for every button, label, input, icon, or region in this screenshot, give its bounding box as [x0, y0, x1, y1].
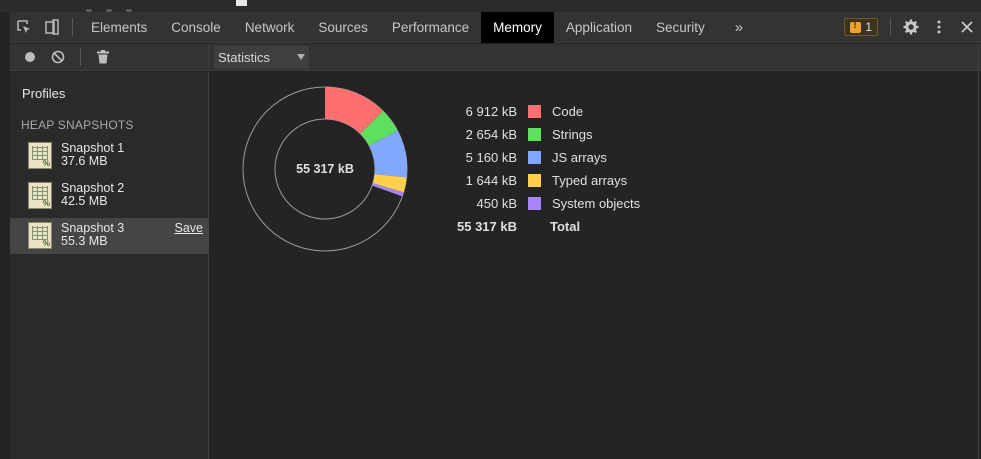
snapshot-item-selected[interactable]: Snapshot 3 55.3 MB Save: [10, 218, 209, 254]
legend-swatch: [528, 105, 541, 118]
window-controls: [86, 0, 176, 12]
legend-value: 6 912 kB: [465, 104, 517, 119]
close-icon[interactable]: [953, 12, 981, 43]
view-select[interactable]: Statistics: [214, 45, 309, 69]
clear-icon[interactable]: [46, 45, 70, 69]
toolbar-separator: [72, 18, 73, 36]
snapshot-size: 42.5 MB: [61, 194, 108, 208]
snapshot-name: Snapshot 2: [61, 181, 125, 195]
record-icon[interactable]: [18, 45, 42, 69]
tab-sources[interactable]: Sources: [306, 12, 380, 43]
issues-count: 1: [865, 20, 872, 34]
tab-console[interactable]: Console: [159, 12, 233, 43]
snapshot-item[interactable]: Snapshot 2 42.5 MB: [10, 178, 209, 214]
legend-label: JS arrays: [552, 150, 607, 165]
legend-value: 1 644 kB: [465, 173, 517, 188]
legend-value: 5 160 kB: [465, 150, 517, 165]
chevron-down-icon: [297, 53, 305, 60]
heap-snapshot-icon: [28, 142, 52, 169]
gear-icon[interactable]: [897, 12, 925, 43]
legend-total-value: 55 317 kB: [457, 219, 517, 234]
snapshot-name: Snapshot 3: [61, 221, 125, 235]
more-options-icon[interactable]: [925, 12, 953, 43]
toolbar-separator: [80, 48, 81, 66]
snapshot-item[interactable]: Snapshot 1 37.6 MB: [10, 138, 209, 174]
save-link[interactable]: Save: [175, 221, 204, 235]
memory-pie-chart: 55 317 kB: [242, 86, 408, 252]
more-tabs-icon[interactable]: »: [717, 19, 755, 36]
legend-swatch: [528, 197, 541, 210]
statistics-view: 55 317 kB 6 912 kB Code 2 654 kB Strings 5 1…: [210, 72, 981, 459]
panel-tabs: Elements Console Network Sources Performance…: [79, 11, 717, 43]
tab-network[interactable]: Network: [233, 12, 307, 43]
tab-security[interactable]: Security: [644, 12, 717, 43]
heap-snapshots-heading: HEAP SNAPSHOTS: [21, 118, 134, 132]
legend-value: 2 654 kB: [465, 127, 517, 142]
legend-swatch: [528, 174, 541, 187]
tab-application[interactable]: Application: [554, 12, 644, 43]
panel-border: [978, 44, 979, 459]
issues-badge[interactable]: 1: [844, 18, 878, 36]
memory-toolbar: Statistics: [10, 43, 981, 71]
tab-elements[interactable]: Elements: [79, 12, 159, 43]
legend-label: Code: [552, 104, 584, 119]
device-toolbar-icon[interactable]: [38, 12, 66, 43]
window-top-strip: [0, 0, 981, 12]
tab-performance[interactable]: Performance: [380, 12, 481, 43]
toolbar-separator: [890, 18, 891, 36]
heap-snapshot-icon: [28, 222, 52, 249]
snapshot-size: 37.6 MB: [61, 154, 108, 168]
view-select-value: Statistics: [218, 49, 271, 65]
legend-swatch: [528, 128, 541, 141]
legend-value: 450 kB: [476, 196, 517, 211]
profiles-sidebar: Profiles HEAP SNAPSHOTS Snapshot 1 37.6 …: [10, 72, 209, 459]
trash-icon[interactable]: [91, 45, 115, 69]
legend-total-label: Total: [550, 219, 581, 234]
profiles-title: Profiles: [22, 86, 66, 101]
legend-label: Typed arrays: [552, 173, 628, 188]
snapshot-name: Snapshot 1: [61, 141, 125, 155]
devtools-tab-bar: Elements Console Network Sources Performance…: [10, 11, 981, 43]
chart-center-label: 55 317 kB: [296, 162, 354, 176]
tab-memory[interactable]: Memory: [481, 11, 554, 43]
heap-snapshot-icon: [28, 182, 52, 209]
legend-label: Strings: [552, 127, 593, 142]
inspect-element-icon[interactable]: [10, 12, 38, 43]
legend-label: System objects: [552, 196, 641, 211]
legend-swatch: [528, 151, 541, 164]
warning-icon: [850, 20, 862, 33]
window-indicator: [236, 0, 247, 6]
snapshot-size: 55.3 MB: [61, 234, 108, 248]
